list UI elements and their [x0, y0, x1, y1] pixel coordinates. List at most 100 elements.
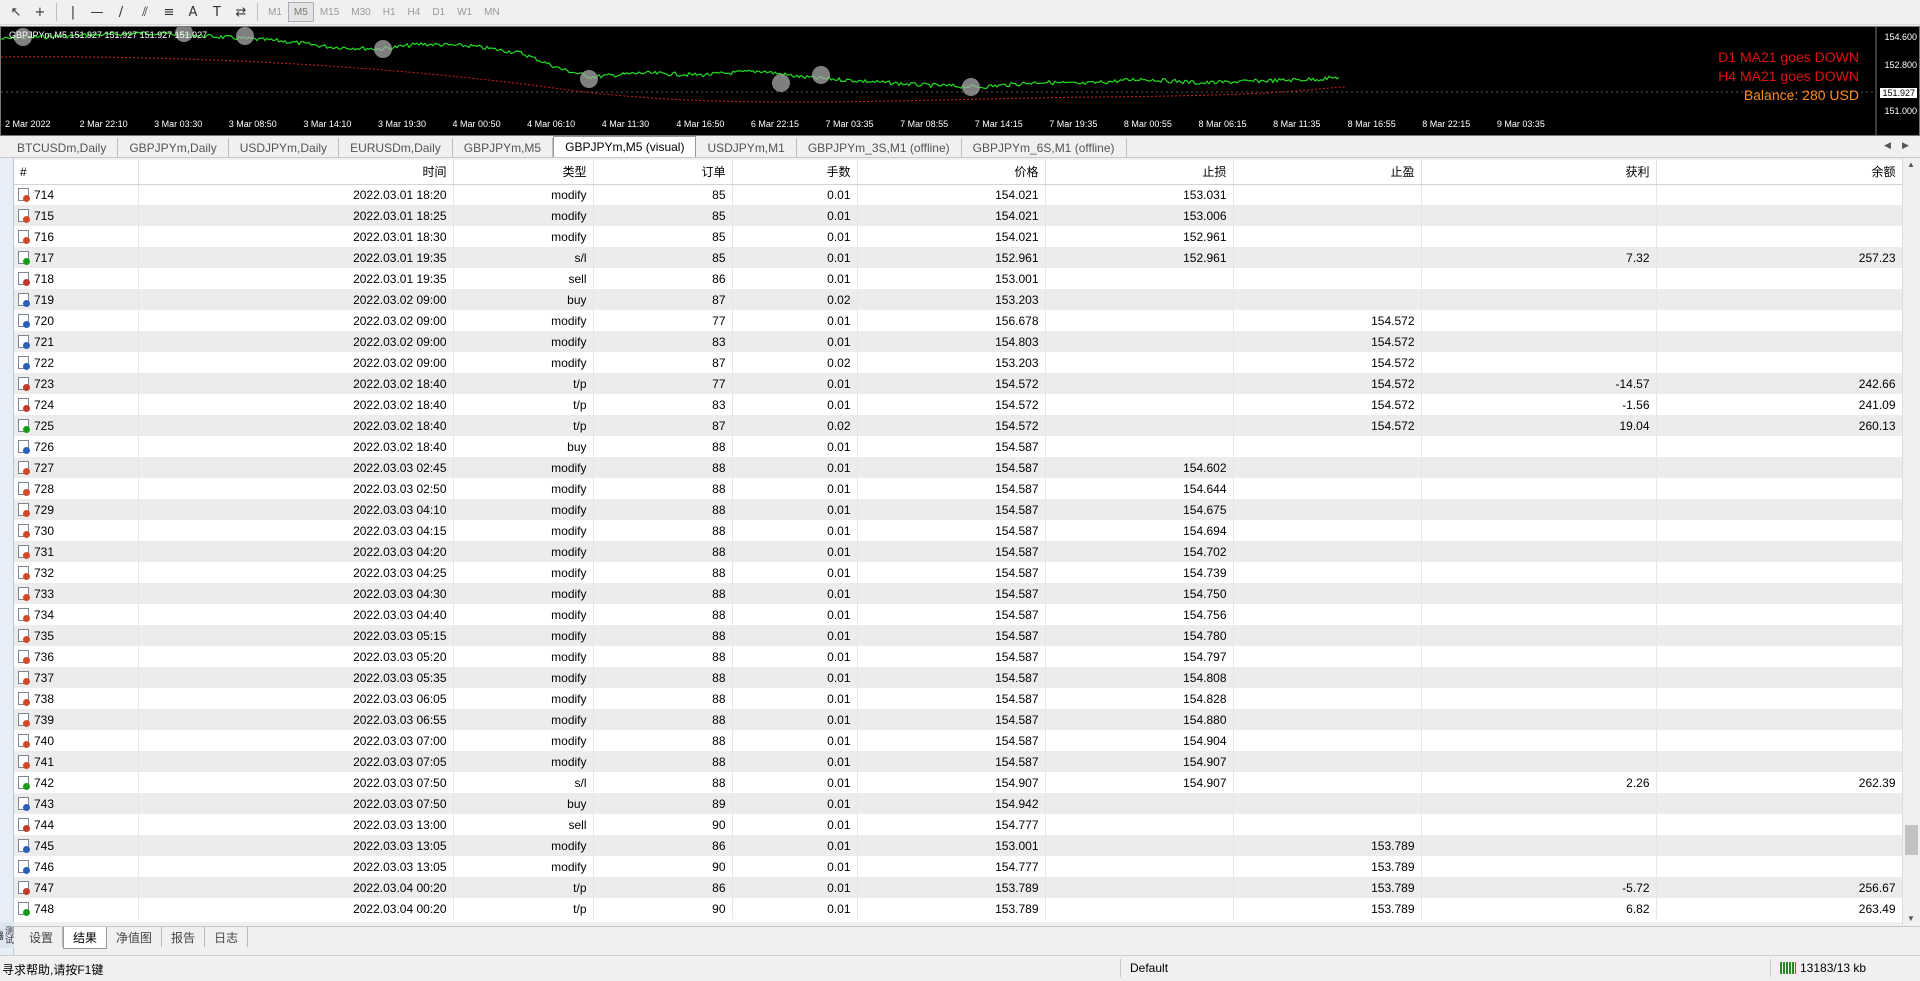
- tester-tab[interactable]: 结果: [63, 927, 108, 949]
- column-header[interactable]: #: [14, 160, 139, 185]
- chart-tab[interactable]: GBPJPYm_6S,M1 (offline): [962, 138, 1127, 157]
- scroll-down-icon[interactable]: ▼: [1907, 914, 1915, 923]
- timeframe-m30-button[interactable]: M30: [345, 2, 376, 22]
- table-row[interactable]: 714 2022.03.01 18:20 modify 85 0.01 154.021 15…: [14, 184, 1902, 205]
- text-icon[interactable]: A: [181, 1, 205, 23]
- table-row[interactable]: 734 2022.03.03 04:40 modify 88 0.01 154.587 15…: [14, 604, 1902, 625]
- scrollbar-thumb[interactable]: [1905, 825, 1918, 855]
- table-row[interactable]: 721 2022.03.02 09:00 modify 83 0.01 154.803 15…: [14, 331, 1902, 352]
- timeframe-w1-button[interactable]: W1: [451, 2, 478, 22]
- table-cell: 262.39: [1656, 772, 1902, 793]
- deal-icon: [18, 481, 30, 496]
- table-row[interactable]: 719 2022.03.02 09:00 buy 87 0.02 153.203: [14, 289, 1902, 310]
- chart-tab[interactable]: EURUSDm,Daily: [339, 138, 453, 157]
- horizontal-line-icon[interactable]: —: [85, 1, 109, 23]
- table-cell: 154.572: [857, 373, 1046, 394]
- table-row[interactable]: 735 2022.03.03 05:15 modify 88 0.01 154.587 15…: [14, 625, 1902, 646]
- table-row[interactable]: 745 2022.03.03 13:05 modify 86 0.01 153.001 15…: [14, 835, 1902, 856]
- timeframe-h4-button[interactable]: H4: [402, 2, 427, 22]
- channel-icon[interactable]: ⫽: [133, 1, 157, 23]
- tab-scroll-right-icon[interactable]: ▶: [1902, 140, 1909, 151]
- vertical-line-icon[interactable]: |: [61, 1, 85, 23]
- table-row[interactable]: 727 2022.03.03 02:45 modify 88 0.01 154.587 15…: [14, 457, 1902, 478]
- price-chart[interactable]: GBPJPYm,M5 151.927 151.927 151.927 151.9…: [0, 26, 1920, 136]
- chart-tab[interactable]: GBPJPYm,M5: [453, 138, 554, 157]
- table-cell: [1656, 646, 1902, 667]
- table-row[interactable]: 741 2022.03.03 07:05 modify 88 0.01 154.587 15…: [14, 751, 1902, 772]
- table-row[interactable]: 722 2022.03.02 09:00 modify 87 0.02 153.203 15…: [14, 352, 1902, 373]
- column-header[interactable]: 止盈: [1233, 160, 1422, 185]
- table-cell: [1656, 457, 1902, 478]
- timeframe-m1-button[interactable]: M1: [262, 2, 288, 22]
- column-header[interactable]: 止损: [1045, 160, 1234, 185]
- table-row[interactable]: 720 2022.03.02 09:00 modify 77 0.01 156.678 15…: [14, 310, 1902, 331]
- scroll-up-icon[interactable]: ▲: [1907, 160, 1915, 169]
- timeframe-d1-button[interactable]: D1: [426, 2, 451, 22]
- deal-icon: [18, 796, 30, 811]
- table-row[interactable]: 724 2022.03.02 18:40 t/p 83 0.01 154.572 154.5…: [14, 394, 1902, 415]
- table-row[interactable]: 717 2022.03.01 19:35 s/l 85 0.01 152.961 152.9…: [14, 247, 1902, 268]
- chart-tab[interactable]: USDJPYm,Daily: [229, 138, 340, 157]
- table-row[interactable]: 736 2022.03.03 05:20 modify 88 0.01 154.587 15…: [14, 646, 1902, 667]
- arrows-icon[interactable]: ⇄: [229, 1, 253, 23]
- text-label-icon[interactable]: T: [205, 1, 229, 23]
- chart-tab[interactable]: GBPJPYm_3S,M1 (offline): [797, 138, 962, 157]
- x-tick-label: 3 Mar 19:30: [377, 119, 426, 129]
- trade-marker-icon[interactable]: [772, 74, 790, 92]
- timeframe-m5-button[interactable]: M5: [287, 2, 314, 22]
- timeframe-m15-button[interactable]: M15: [314, 2, 345, 22]
- table-row[interactable]: 729 2022.03.03 04:10 modify 88 0.01 154.587 15…: [14, 499, 1902, 520]
- table-row[interactable]: 737 2022.03.03 05:35 modify 88 0.01 154.587 15…: [14, 667, 1902, 688]
- tester-tab[interactable]: 净值图: [107, 927, 163, 947]
- table-row[interactable]: 728 2022.03.03 02:50 modify 88 0.01 154.587 15…: [14, 478, 1902, 499]
- trade-marker-icon[interactable]: [812, 66, 830, 84]
- trade-marker-icon[interactable]: [236, 27, 254, 45]
- deal-icon: [18, 502, 30, 517]
- column-header[interactable]: 类型: [453, 160, 594, 185]
- chart-tab[interactable]: GBPJPYm,M5 (visual): [553, 136, 697, 157]
- column-header[interactable]: 时间: [138, 160, 454, 185]
- table-row[interactable]: 743 2022.03.03 07:50 buy 89 0.01 154.942: [14, 793, 1902, 814]
- table-row[interactable]: 740 2022.03.03 07:00 modify 88 0.01 154.587 15…: [14, 730, 1902, 751]
- table-row[interactable]: 738 2022.03.03 06:05 modify 88 0.01 154.587 15…: [14, 688, 1902, 709]
- fibonacci-icon[interactable]: ≡: [157, 1, 181, 23]
- chart-tab[interactable]: BTCUSDm,Daily: [6, 138, 119, 157]
- chart-tab[interactable]: USDJPYm,M1: [696, 138, 797, 157]
- table-row[interactable]: 731 2022.03.03 04:20 modify 88 0.01 154.587 15…: [14, 541, 1902, 562]
- table-row[interactable]: 716 2022.03.01 18:30 modify 85 0.01 154.021 15…: [14, 226, 1902, 247]
- cursor-icon[interactable]: ↖: [4, 1, 28, 23]
- table-row[interactable]: 748 2022.03.04 00:20 t/p 90 0.01 153.789 153.7…: [14, 898, 1902, 919]
- column-header[interactable]: 价格: [857, 160, 1046, 185]
- table-row[interactable]: 726 2022.03.02 18:40 buy 88 0.01 154.587: [14, 436, 1902, 457]
- column-header[interactable]: 手数: [732, 160, 858, 185]
- tab-scroll-left-icon[interactable]: ◀: [1884, 140, 1891, 151]
- trade-marker-icon[interactable]: [962, 78, 980, 96]
- tester-tab[interactable]: 日志: [205, 927, 249, 947]
- chart-tab[interactable]: GBPJPYm,Daily: [118, 138, 229, 157]
- table-row[interactable]: 739 2022.03.03 06:55 modify 88 0.01 154.587 15…: [14, 709, 1902, 730]
- table-row[interactable]: 715 2022.03.01 18:25 modify 85 0.01 154.021 15…: [14, 205, 1902, 226]
- table-cell: [1421, 751, 1657, 772]
- timeframe-h1-button[interactable]: H1: [377, 2, 402, 22]
- vertical-scrollbar[interactable]: ▲ ▼: [1902, 158, 1920, 926]
- table-row[interactable]: 744 2022.03.03 13:00 sell 90 0.01 154.777: [14, 814, 1902, 835]
- column-header[interactable]: 获利: [1421, 160, 1657, 185]
- table-row[interactable]: 730 2022.03.03 04:15 modify 88 0.01 154.587 15…: [14, 520, 1902, 541]
- column-header[interactable]: 余额: [1656, 160, 1902, 185]
- timeframe-mn-button[interactable]: MN: [478, 2, 506, 22]
- table-row[interactable]: 747 2022.03.04 00:20 t/p 86 0.01 153.789 153.7…: [14, 877, 1902, 898]
- trade-marker-icon[interactable]: [580, 70, 598, 88]
- table-row[interactable]: 732 2022.03.03 04:25 modify 88 0.01 154.587 15…: [14, 562, 1902, 583]
- column-header[interactable]: 订单: [593, 160, 733, 185]
- table-row[interactable]: 733 2022.03.03 04:30 modify 88 0.01 154.587 15…: [14, 583, 1902, 604]
- trendline-icon[interactable]: /: [109, 1, 133, 23]
- table-row[interactable]: 723 2022.03.02 18:40 t/p 77 0.01 154.572 154.5…: [14, 373, 1902, 394]
- tester-tab[interactable]: 报告: [162, 927, 206, 947]
- crosshair-icon[interactable]: +: [28, 1, 52, 23]
- table-row[interactable]: 718 2022.03.01 19:35 sell 86 0.01 153.001: [14, 268, 1902, 289]
- table-row[interactable]: 746 2022.03.03 13:05 modify 90 0.01 154.777 15…: [14, 856, 1902, 877]
- table-row[interactable]: 742 2022.03.03 07:50 s/l 88 0.01 154.907 154.9…: [14, 772, 1902, 793]
- table-row[interactable]: 725 2022.03.02 18:40 t/p 87 0.02 154.572 154.5…: [14, 415, 1902, 436]
- tester-tab[interactable]: 设置: [20, 927, 64, 947]
- trade-marker-icon[interactable]: [374, 40, 392, 58]
